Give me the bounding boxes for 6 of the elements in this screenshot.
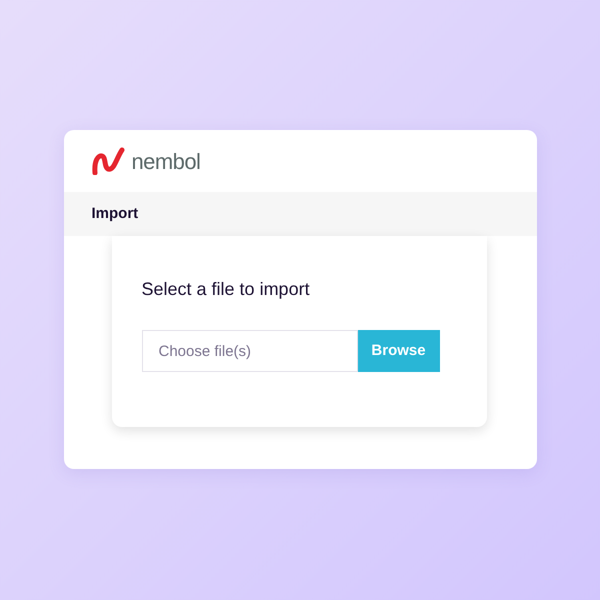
import-heading: Select a file to import [142,278,311,301]
browse-button[interactable]: Browse [358,330,440,372]
logo-icon [92,147,126,175]
section-title: Import [92,204,138,224]
brand-name: nembol [132,148,200,176]
file-field[interactable]: Choose file(s) [142,330,358,372]
